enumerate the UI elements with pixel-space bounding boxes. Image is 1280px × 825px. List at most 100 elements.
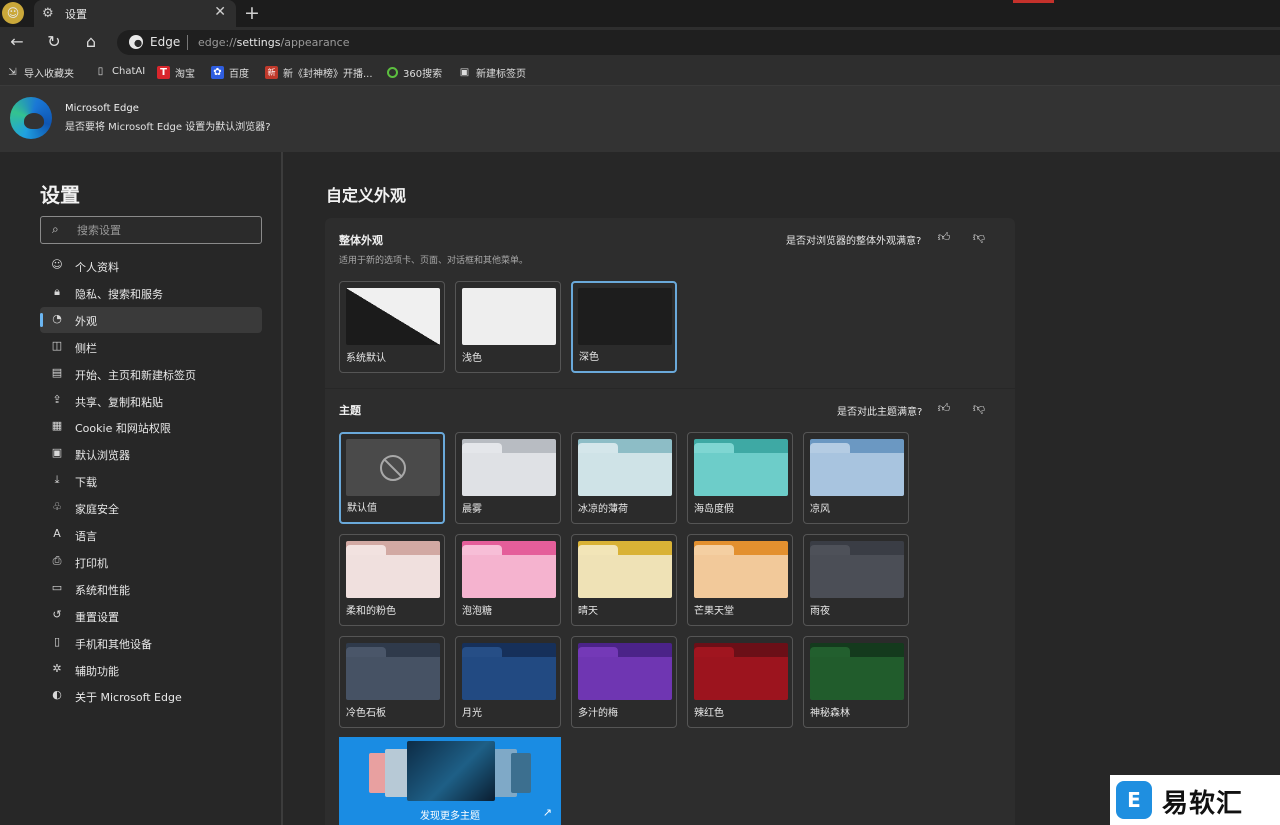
sidebar-item-label: 外观 — [75, 314, 97, 328]
default-browser-banner[interactable]: Microsoft Edge 是否要将 Microsoft Edge 设置为默认… — [0, 86, 1280, 152]
sidebar-item[interactable]: ☺ 个人资料 — [40, 253, 262, 279]
appearance-option-system[interactable]: 系统默认 — [339, 281, 445, 373]
theme-preview — [810, 439, 904, 496]
theme-option[interactable]: 柔和的粉色 — [339, 534, 445, 626]
address-bar[interactable]: Edge edge://settings/appearance — [117, 30, 1280, 55]
theme-option-label: 冰凉的薄荷 — [578, 504, 628, 515]
theme-option[interactable]: 月光 — [455, 636, 561, 728]
sidebar-item[interactable]: ◐ 关于 Microsoft Edge — [40, 683, 262, 709]
thumbs-down-icon[interactable]: 👎︎ — [971, 401, 987, 416]
theme-preview — [462, 541, 556, 598]
theme-preview — [694, 439, 788, 496]
tab-settings[interactable]: ⚙ 设置 ✕ — [34, 0, 236, 27]
theme-preview — [346, 541, 440, 598]
folder-front — [578, 657, 672, 700]
appearance-option-label: 深色 — [579, 352, 599, 363]
theme-option-label: 芒果天堂 — [694, 606, 734, 617]
theme-option[interactable]: 默认值 — [339, 432, 445, 524]
sidebar-item[interactable]: ▯ 手机和其他设备 — [40, 630, 262, 656]
sidebar-item-label: 关于 Microsoft Edge — [75, 691, 182, 705]
bookmark-news[interactable]: 新新《封神榜》开播... — [265, 65, 373, 80]
profile-avatar-icon[interactable]: ☺ — [2, 2, 24, 24]
bookmark-baidu[interactable]: ✿ 百度 — [211, 65, 249, 80]
theme-option[interactable]: 海岛度假 — [687, 432, 793, 524]
thumbs-up-icon[interactable]: 👍︎ — [936, 401, 952, 416]
home-icon[interactable]: ⌂ — [81, 32, 101, 52]
folder-icon — [810, 439, 904, 496]
bookmark-chatai[interactable]: ▯ ChatAI — [94, 65, 145, 78]
sidebar-item[interactable]: ♧ 家庭安全 — [40, 495, 262, 521]
new-tab-button[interactable]: + — [244, 1, 260, 25]
search-box[interactable]: ⌕ — [40, 216, 262, 244]
url-path: /appearance — [280, 36, 350, 49]
sidebar-item[interactable]: ✲ 辅助功能 — [40, 657, 262, 683]
theme-option[interactable]: 神秘森林 — [803, 636, 909, 728]
page-title: 自定义外观 — [326, 186, 407, 205]
sidebar-item[interactable]: ▣ 默认浏览器 — [40, 441, 262, 467]
url-text[interactable]: edge://settings/appearance — [198, 36, 349, 49]
folder-icon — [694, 439, 788, 496]
theme-option[interactable]: 凉风 — [803, 432, 909, 524]
theme-option[interactable]: 冰凉的薄荷 — [571, 432, 677, 524]
sidebar-item-label: 语言 — [75, 530, 97, 543]
folder-icon — [346, 643, 440, 700]
discover-more-themes[interactable]: 发现更多主题 ↗ — [339, 737, 561, 825]
watermark-text: 易软汇 — [1162, 789, 1244, 819]
theme-option[interactable]: 多汁的梅 — [571, 636, 677, 728]
theme-option-label: 月光 — [462, 708, 482, 719]
baidu-icon: ✿ — [211, 66, 224, 79]
system-icon: ▭ — [51, 580, 63, 594]
sidebar-item[interactable]: ▭ 系统和性能 — [40, 576, 262, 602]
newtab-icon: ▣ — [459, 67, 470, 78]
sidebar-item[interactable]: ↺ 重置设置 — [40, 603, 262, 629]
overall-appearance-title: 整体外观 — [339, 234, 383, 247]
theme-option[interactable]: 芒果天堂 — [687, 534, 793, 626]
theme-preview — [462, 643, 556, 700]
url-scheme: edge:// — [198, 36, 237, 49]
sidebar-item[interactable]: ◔ 外观 — [40, 306, 262, 333]
search-input[interactable] — [77, 222, 252, 238]
phone-icon: ▯ — [53, 634, 61, 648]
sidebar-item[interactable]: ⤓ 下载 — [40, 468, 262, 494]
bookmark-import[interactable]: ⇲ 导入收藏夹 — [6, 65, 74, 80]
theme-option-label: 柔和的粉色 — [346, 606, 396, 617]
theme-preview — [578, 541, 672, 598]
theme-option[interactable]: 辣红色 — [687, 636, 793, 728]
back-icon[interactable]: ← — [7, 32, 27, 52]
appearance-option-dark[interactable]: 深色 — [571, 281, 677, 373]
bookmark-taobao[interactable]: T 淘宝 — [157, 65, 195, 80]
thumbs-down-icon[interactable]: 👎︎ — [971, 230, 987, 245]
close-tab-icon[interactable]: ✕ — [214, 4, 226, 20]
folder-icon — [810, 541, 904, 598]
theme-option-label: 海岛度假 — [694, 504, 734, 515]
sidebar-item[interactable]: ⎙ 打印机 — [40, 549, 262, 575]
theme-option[interactable]: 雨夜 — [803, 534, 909, 626]
refresh-icon[interactable]: ↻ — [44, 32, 64, 52]
sidebar-item-label: 共享、复制和粘贴 — [75, 395, 163, 409]
theme-option[interactable]: 晴天 — [571, 534, 677, 626]
sidebar-item[interactable]: 🔒︎ 隐私、搜索和服务 — [40, 280, 262, 306]
sidebar-item[interactable]: ▦ Cookie 和网站权限 — [40, 414, 262, 440]
no-theme-icon — [380, 455, 406, 481]
bookmark-360[interactable]: 360搜索 — [387, 65, 442, 80]
language-icon: A — [53, 527, 61, 540]
folder-front — [346, 657, 440, 700]
watermark-logo: E 易软汇 — [1110, 775, 1280, 825]
sidebar-item[interactable]: A 语言 — [40, 522, 262, 548]
sidebar-item[interactable]: ◫ 侧栏 — [40, 334, 262, 360]
import-icon: ⇲ — [8, 67, 17, 78]
theme-option[interactable]: 冷色石板 — [339, 636, 445, 728]
theme-feedback-question: 是否对此主题满意? — [837, 407, 923, 418]
sidebar-item[interactable]: ⇪ 共享、复制和粘贴 — [40, 388, 262, 414]
bookmark-newtab[interactable]: ▣ 新建标签页 — [458, 65, 526, 80]
theme-option-label: 泡泡糖 — [462, 606, 492, 617]
appearance-option-light[interactable]: 浅色 — [455, 281, 561, 373]
sidebar-item[interactable]: ▤ 开始、主页和新建标签页 — [40, 361, 262, 387]
discover-more-themes-label: 发现更多主题 — [420, 811, 480, 822]
theme-preview — [810, 643, 904, 700]
folder-icon — [462, 643, 556, 700]
theme-option[interactable]: 晨雾 — [455, 432, 561, 524]
overall-appearance-card: 整体外观 适用于新的选项卡、页面、对话框和其他菜单。 是否对浏览器的整体外观满意… — [325, 218, 1015, 388]
thumbs-up-icon[interactable]: 👍︎ — [936, 230, 952, 245]
theme-option[interactable]: 泡泡糖 — [455, 534, 561, 626]
